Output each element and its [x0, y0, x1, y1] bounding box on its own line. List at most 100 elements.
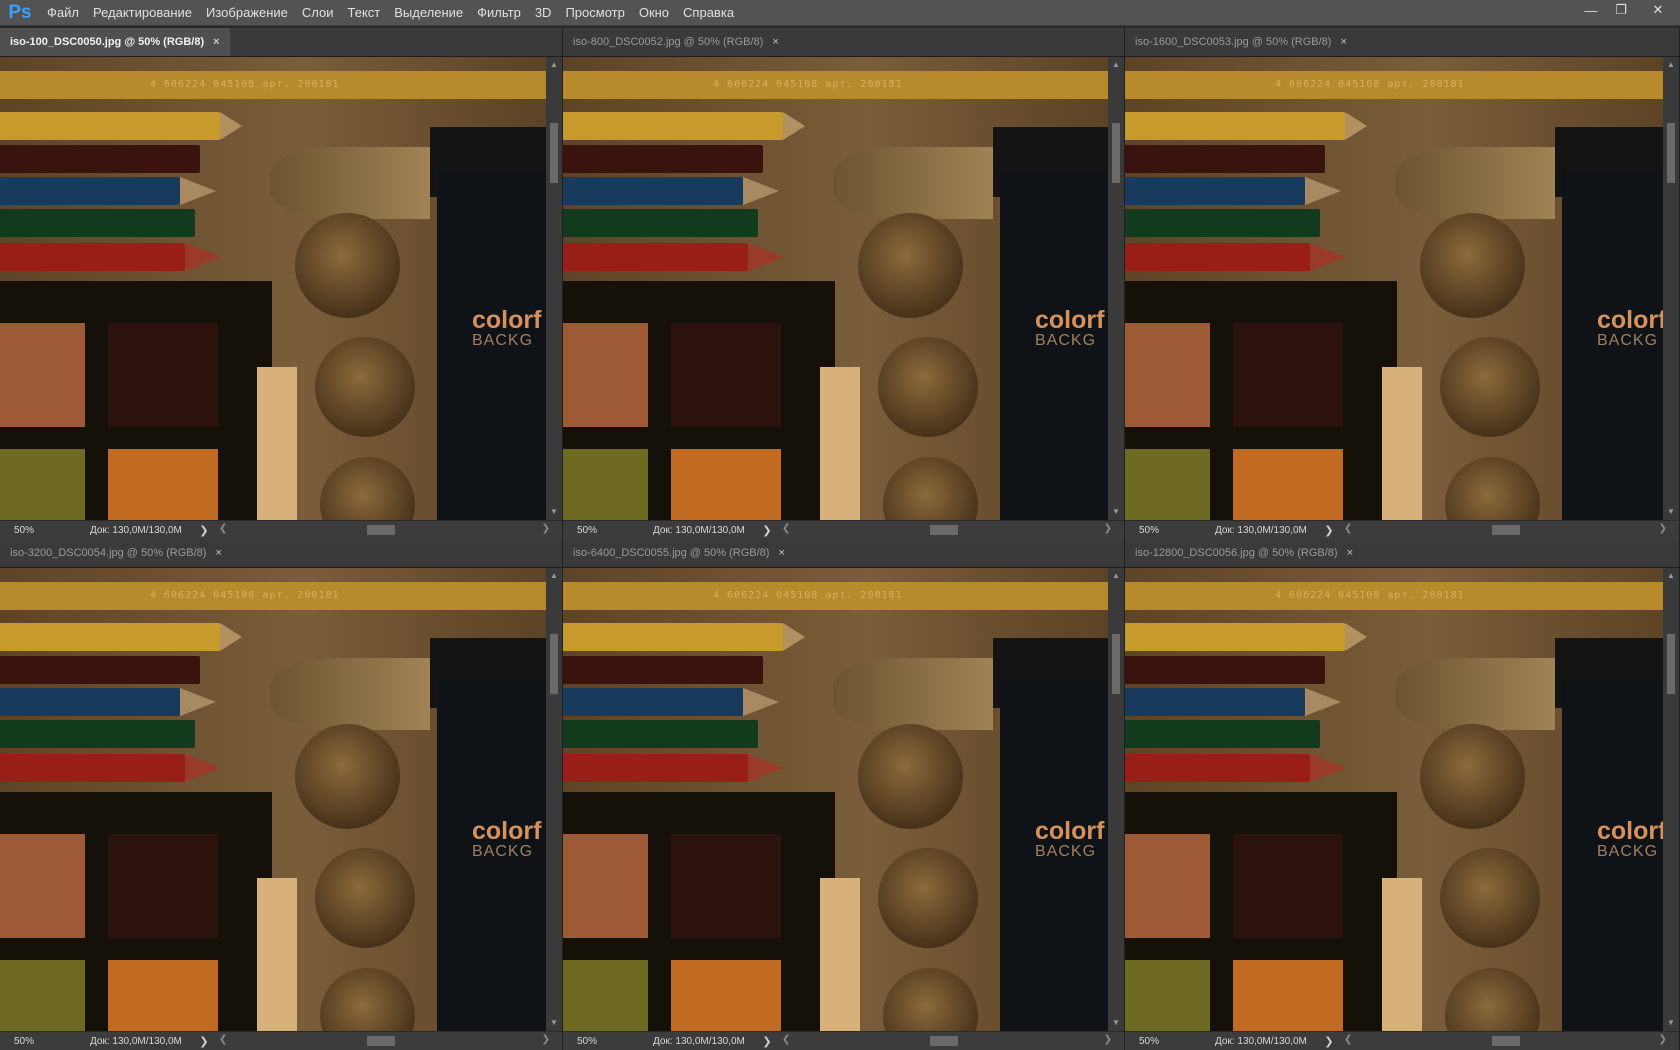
scroll-left-icon[interactable]: ❮ — [219, 523, 227, 534]
document-tab[interactable]: iso-3200_DSC0054.jpg @ 50% (RGB/8) × — [0, 539, 232, 567]
scroll-right-icon[interactable]: ❯ — [542, 1034, 550, 1045]
zoom-level[interactable]: 50% — [1125, 1036, 1187, 1047]
menu-view[interactable]: Просмотр — [558, 5, 631, 20]
document-canvas[interactable]: 4 606224 045108 арт. 200181 colorf BACKG — [0, 57, 546, 520]
scroll-left-icon[interactable]: ❮ — [782, 1034, 790, 1045]
horizontal-scroll-thumb[interactable] — [367, 1036, 395, 1046]
zoom-level[interactable]: 50% — [0, 1036, 62, 1047]
horizontal-scroll-thumb[interactable] — [930, 525, 958, 535]
close-tab-icon[interactable]: × — [1340, 36, 1346, 48]
document-tab[interactable]: iso-12800_DSC0056.jpg @ 50% (RGB/8) × — [1125, 539, 1363, 567]
card-subtitle: BACKG — [1035, 843, 1097, 860]
menu-file[interactable]: Файл — [40, 5, 86, 20]
scroll-down-icon[interactable]: ▼ — [1663, 506, 1679, 518]
document-canvas[interactable]: 4 606224 045108 арт. 200181 colorf BACKG — [1125, 57, 1663, 520]
document-tab[interactable]: iso-100_DSC0050.jpg @ 50% (RGB/8) × — [0, 28, 230, 56]
vertical-scrollbar[interactable]: ▲ ▼ — [1663, 57, 1679, 520]
close-tab-icon[interactable]: × — [772, 36, 778, 48]
menu-layers[interactable]: Слои — [295, 5, 341, 20]
zoom-level[interactable]: 50% — [563, 1036, 625, 1047]
status-menu-arrow-icon[interactable]: ❯ — [1322, 524, 1336, 537]
scroll-right-icon[interactable]: ❯ — [542, 523, 550, 534]
document-tab[interactable]: iso-6400_DSC0055.jpg @ 50% (RGB/8) × — [563, 539, 795, 567]
scroll-up-icon[interactable]: ▲ — [1108, 59, 1124, 71]
status-menu-arrow-icon[interactable]: ❯ — [197, 1035, 211, 1048]
document-tab[interactable]: iso-1600_DSC0053.jpg @ 50% (RGB/8) × — [1125, 28, 1357, 56]
scroll-left-icon[interactable]: ❮ — [782, 523, 790, 534]
menu-type[interactable]: Текст — [341, 5, 388, 20]
vertical-scroll-thumb[interactable] — [550, 123, 558, 183]
scroll-left-icon[interactable]: ❮ — [1344, 523, 1352, 534]
menu-window[interactable]: Окно — [632, 5, 676, 20]
scroll-left-icon[interactable]: ❮ — [1344, 1034, 1352, 1045]
status-menu-arrow-icon[interactable]: ❯ — [197, 524, 211, 537]
pencil-yellow — [1125, 623, 1367, 651]
document-canvas[interactable]: 4 606224 045108 арт. 200181 colorf BACKG — [563, 568, 1108, 1031]
scroll-up-icon[interactable]: ▲ — [1663, 570, 1679, 582]
minimize-button[interactable]: — — [1576, 0, 1606, 20]
swatch-dark-brown — [671, 323, 781, 427]
scroll-down-icon[interactable]: ▼ — [546, 1017, 562, 1029]
status-menu-arrow-icon[interactable]: ❯ — [1322, 1035, 1336, 1048]
close-window-button[interactable]: ✕ — [1636, 0, 1680, 20]
horizontal-scroll-thumb[interactable] — [1492, 525, 1520, 535]
close-tab-icon[interactable]: × — [1347, 547, 1353, 559]
restore-button[interactable]: ❐ — [1606, 0, 1636, 20]
scroll-down-icon[interactable]: ▼ — [1108, 1017, 1124, 1029]
horizontal-scroll-thumb[interactable] — [1492, 1036, 1520, 1046]
menu-edit[interactable]: Редактирование — [86, 5, 199, 20]
scroll-down-icon[interactable]: ▼ — [546, 506, 562, 518]
vertical-scroll-thumb[interactable] — [550, 634, 558, 694]
photoshop-logo[interactable]: Ps — [6, 2, 34, 24]
close-tab-icon[interactable]: × — [213, 36, 219, 48]
scroll-down-icon[interactable]: ▼ — [1663, 1017, 1679, 1029]
document-canvas[interactable]: 4 606224 045108 арт. 200181 colorf BACKG — [563, 57, 1108, 520]
swatch-dark-brown — [671, 834, 781, 938]
horizontal-scroll-thumb[interactable] — [367, 525, 395, 535]
scroll-up-icon[interactable]: ▲ — [546, 570, 562, 582]
zoom-level[interactable]: 50% — [1125, 525, 1187, 536]
menu-help[interactable]: Справка — [676, 5, 741, 20]
scroll-left-icon[interactable]: ❮ — [219, 1034, 227, 1045]
menu-image[interactable]: Изображение — [199, 5, 295, 20]
document-canvas[interactable]: 4 606224 045108 арт. 200181 colorf BACKG — [1125, 568, 1663, 1031]
vertical-scroll-thumb[interactable] — [1112, 123, 1120, 183]
scroll-right-icon[interactable]: ❯ — [1104, 523, 1112, 534]
document-tab[interactable]: iso-800_DSC0052.jpg @ 50% (RGB/8) × — [563, 28, 789, 56]
scroll-right-icon[interactable]: ❯ — [1659, 523, 1667, 534]
vertical-scroll-thumb[interactable] — [1112, 634, 1120, 694]
zoom-level[interactable]: 50% — [0, 525, 62, 536]
scroll-right-icon[interactable]: ❯ — [1104, 1034, 1112, 1045]
vertical-scrollbar[interactable]: ▲ ▼ — [546, 568, 562, 1031]
vertical-scrollbar[interactable]: ▲ ▼ — [1108, 568, 1124, 1031]
scroll-down-icon[interactable]: ▼ — [1108, 506, 1124, 518]
horizontal-scrollbar[interactable]: ❮ ❯ — [1336, 1032, 1679, 1050]
scroll-right-icon[interactable]: ❯ — [1659, 1034, 1667, 1045]
horizontal-scrollbar[interactable]: ❮ ❯ — [774, 1032, 1124, 1050]
scroll-up-icon[interactable]: ▲ — [1108, 570, 1124, 582]
menu-filter[interactable]: Фильтр — [470, 5, 528, 20]
vertical-scroll-thumb[interactable] — [1667, 634, 1675, 694]
status-menu-arrow-icon[interactable]: ❯ — [760, 524, 774, 537]
horizontal-scroll-thumb[interactable] — [930, 1036, 958, 1046]
menu-3d[interactable]: 3D — [528, 5, 559, 20]
status-bar: 50% Док: 130,0M/130,0M ❯ ❮ ❯ — [563, 520, 1124, 539]
menu-select[interactable]: Выделение — [387, 5, 470, 20]
status-menu-arrow-icon[interactable]: ❯ — [760, 1035, 774, 1048]
scroll-up-icon[interactable]: ▲ — [1663, 59, 1679, 71]
scroll-up-icon[interactable]: ▲ — [546, 59, 562, 71]
close-tab-icon[interactable]: × — [215, 547, 221, 559]
zoom-level[interactable]: 50% — [563, 525, 625, 536]
close-tab-icon[interactable]: × — [778, 547, 784, 559]
vertical-scrollbar[interactable]: ▲ ▼ — [1108, 57, 1124, 520]
horizontal-scrollbar[interactable]: ❮ ❯ — [211, 1032, 562, 1050]
document-canvas[interactable]: 4 606224 045108 арт. 200181 colorf BACKG — [0, 568, 546, 1031]
vertical-scrollbar[interactable]: ▲ ▼ — [1663, 568, 1679, 1031]
horizontal-scrollbar[interactable]: ❮ ❯ — [1336, 521, 1679, 539]
vertical-scrollbar[interactable]: ▲ ▼ — [546, 57, 562, 520]
pencil-red — [0, 754, 221, 782]
pencil-green — [0, 720, 195, 748]
vertical-scroll-thumb[interactable] — [1667, 123, 1675, 183]
horizontal-scrollbar[interactable]: ❮ ❯ — [211, 521, 562, 539]
horizontal-scrollbar[interactable]: ❮ ❯ — [774, 521, 1124, 539]
